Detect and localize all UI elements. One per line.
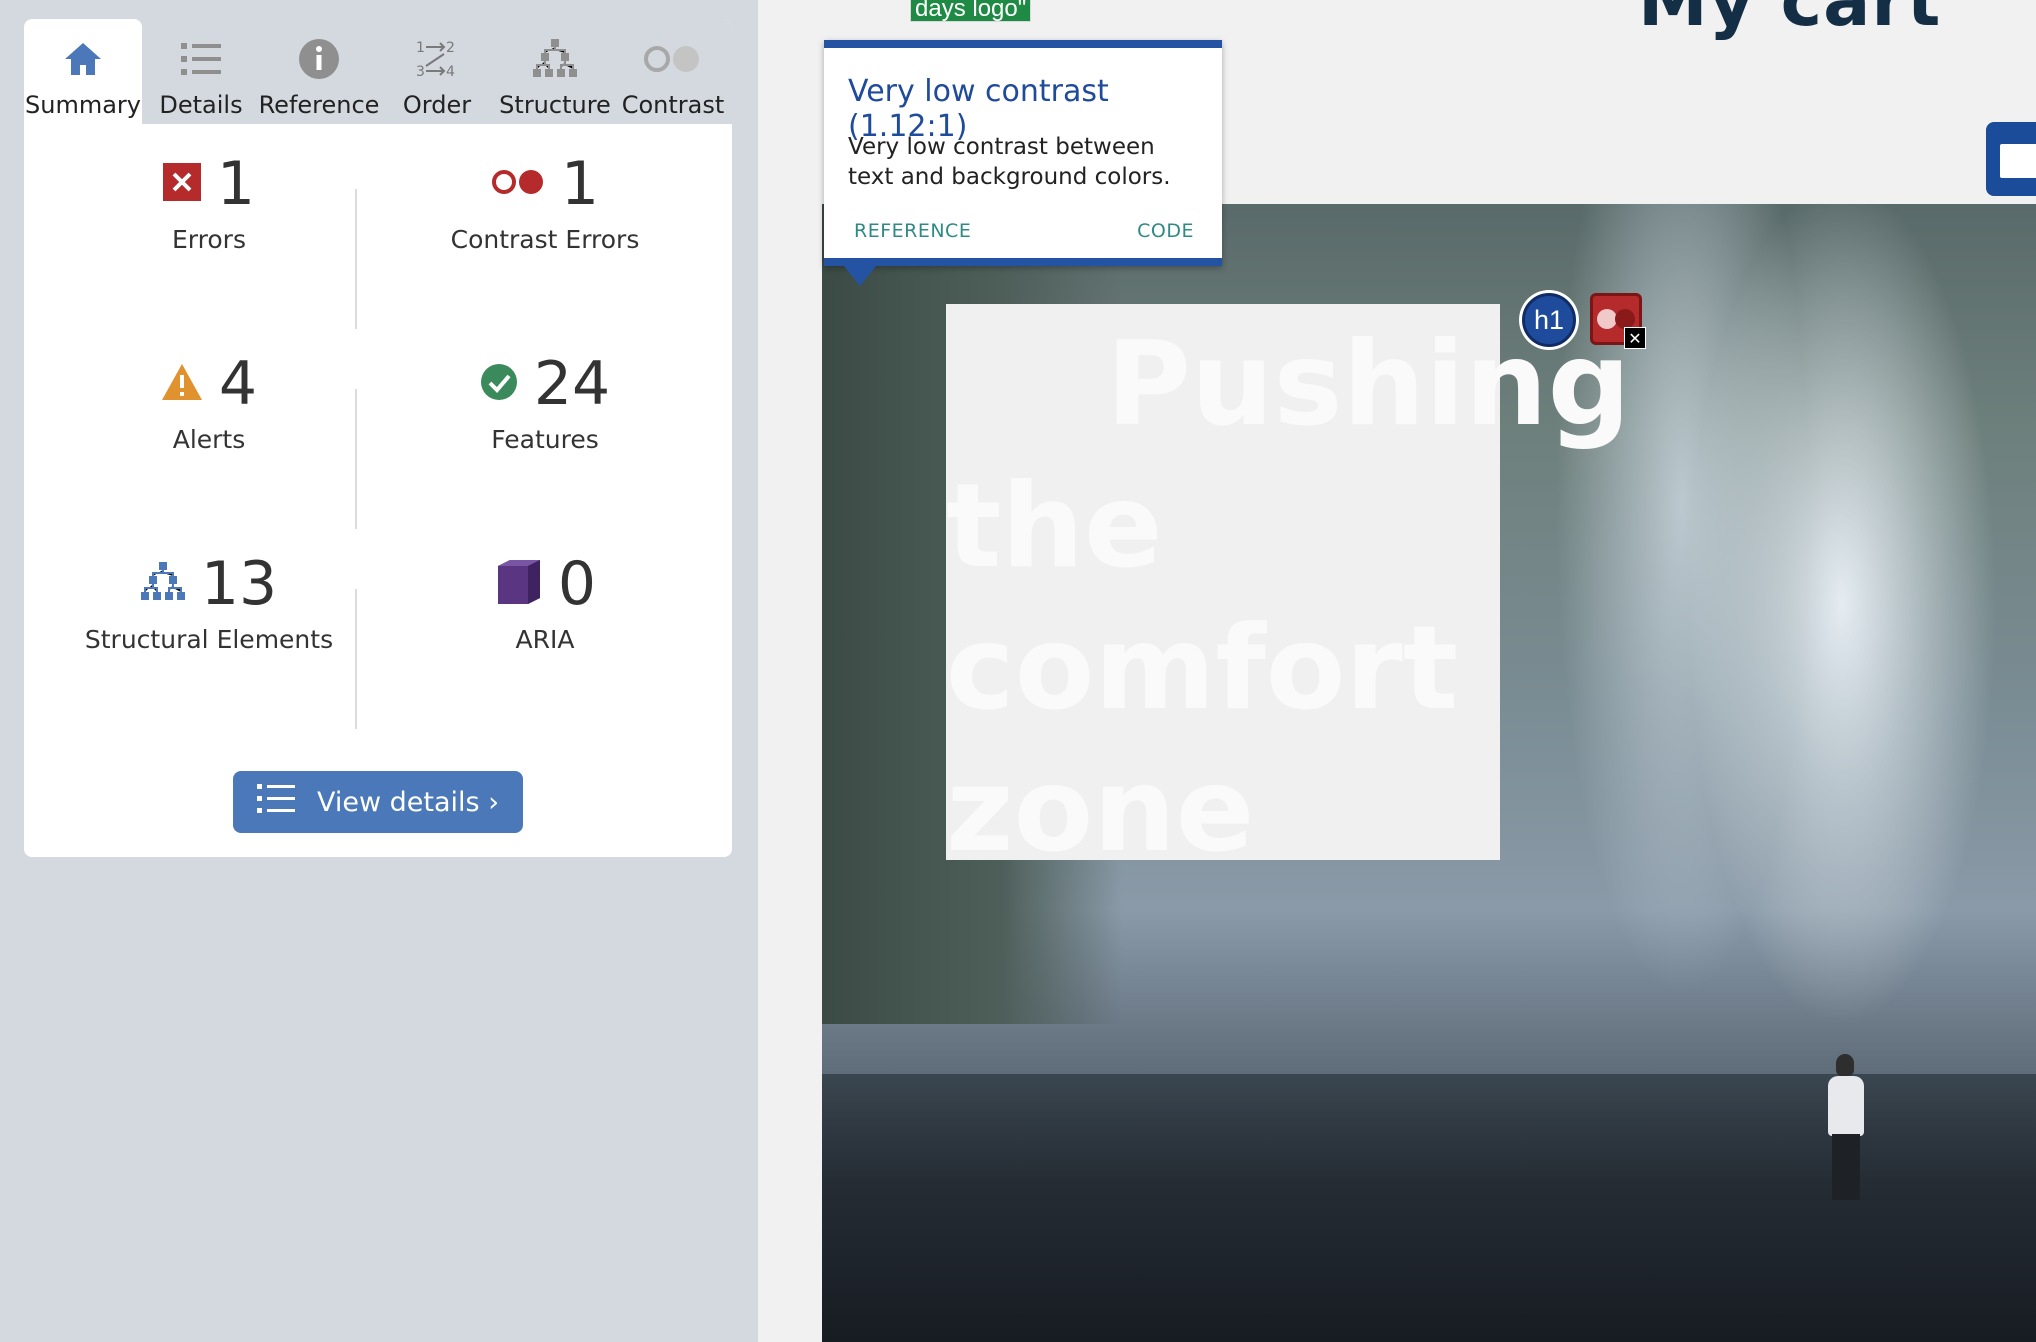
svg-text:4: 4	[446, 64, 455, 80]
tab-summary[interactable]: Summary	[24, 19, 142, 124]
errors-count: 1	[216, 149, 256, 219]
close-icon: ✕	[1624, 327, 1646, 349]
home-icon	[63, 33, 103, 85]
tab-bar: Summary Details Reference 1 2 3 4 Order Str…	[24, 19, 732, 124]
h1-badge[interactable]: h1	[1522, 293, 1576, 347]
cart-icon[interactable]	[1986, 122, 2036, 196]
alerts-count: 4	[218, 349, 258, 419]
error-icon	[162, 163, 201, 205]
errors-label: Errors	[172, 225, 246, 254]
hero-person	[1822, 1054, 1868, 1204]
stat-structural[interactable]: 13 Structural Elements	[44, 539, 374, 654]
tab-details[interactable]: Details	[142, 19, 260, 124]
feature-check-icon	[480, 363, 518, 405]
structure-icon	[533, 33, 577, 85]
contrast-tooltip: Very low contrast (1.12:1) Very low cont…	[824, 40, 1222, 286]
list-icon	[257, 783, 295, 822]
svg-text:1: 1	[416, 40, 425, 56]
divider	[355, 589, 357, 729]
structural-count: 13	[200, 549, 278, 619]
summary-panel: Summary Details Reference 1 2 3 4 Order Str…	[24, 19, 732, 857]
hero-heading: Pushing the comfort zone	[946, 317, 1631, 878]
tab-reference[interactable]: Reference	[258, 19, 380, 124]
stats-row-1: 1 Errors 1 Contrast Errors	[24, 139, 732, 339]
aria-cube-icon	[494, 558, 542, 610]
tab-structure[interactable]: Structure	[496, 19, 614, 124]
view-details-label: View details ›	[317, 786, 499, 818]
tab-label: Reference	[258, 91, 380, 119]
tab-label: Summary	[25, 91, 141, 119]
svg-text:3: 3	[416, 64, 425, 80]
hero-image: Pushing the comfort zone	[822, 204, 2036, 1342]
stat-contrast-errors[interactable]: 1 Contrast Errors	[380, 139, 710, 254]
stats-row-2: 4 Alerts 24 Features	[24, 339, 732, 539]
contrast-error-icon	[491, 168, 545, 200]
features-count: 24	[533, 349, 611, 419]
aria-label: ARIA	[515, 625, 575, 654]
hero-heading-box: Pushing the comfort zone	[946, 304, 1631, 878]
summary-stats: 1 Errors 1 Contrast Errors 4 Alerts 24 F…	[24, 139, 732, 739]
divider	[355, 189, 357, 329]
structural-label: Structural Elements	[84, 625, 334, 654]
order-icon: 1 2 3 4	[416, 33, 458, 85]
contrast-error-badge[interactable]: ✕	[1590, 293, 1646, 349]
contrast-icon	[642, 33, 704, 85]
tab-label: Contrast	[621, 91, 725, 119]
contrast-errors-count: 1	[560, 149, 600, 219]
alert-icon	[161, 363, 203, 405]
tooltip-body: Very low contrast between text and backg…	[848, 134, 1171, 190]
stat-errors[interactable]: 1 Errors	[44, 139, 374, 254]
tab-order[interactable]: 1 2 3 4 Order	[378, 19, 496, 124]
tooltip-reference-link[interactable]: REFERENCE	[854, 220, 971, 242]
stat-alerts[interactable]: 4 Alerts	[44, 339, 374, 454]
features-label: Features	[491, 425, 599, 454]
alerts-label: Alerts	[172, 425, 246, 454]
divider	[355, 389, 357, 529]
tab-contrast[interactable]: Contrast	[614, 19, 732, 124]
structure-icon	[140, 562, 185, 606]
stats-row-3: 13 Structural Elements 0 ARIA	[24, 539, 732, 739]
svg-text:2: 2	[446, 40, 455, 56]
logo-alt-text[interactable]: days logo"	[910, 0, 1032, 22]
tab-label: Structure	[499, 91, 611, 119]
tab-label: Details	[159, 91, 243, 119]
tab-label: Order	[402, 91, 472, 119]
tooltip-code-link[interactable]: CODE	[1137, 220, 1194, 242]
cart-title: My cart	[1638, 0, 1942, 42]
wave-sidebar: Summary Details Reference 1 2 3 4 Order Str…	[0, 0, 758, 1342]
view-details-button[interactable]: View details ›	[233, 771, 523, 833]
info-icon	[298, 33, 340, 85]
stat-aria[interactable]: 0 ARIA	[380, 539, 710, 654]
contrast-errors-label: Contrast Errors	[450, 225, 640, 254]
list-icon	[181, 33, 221, 85]
stat-features[interactable]: 24 Features	[380, 339, 710, 454]
aria-count: 0	[557, 549, 597, 619]
